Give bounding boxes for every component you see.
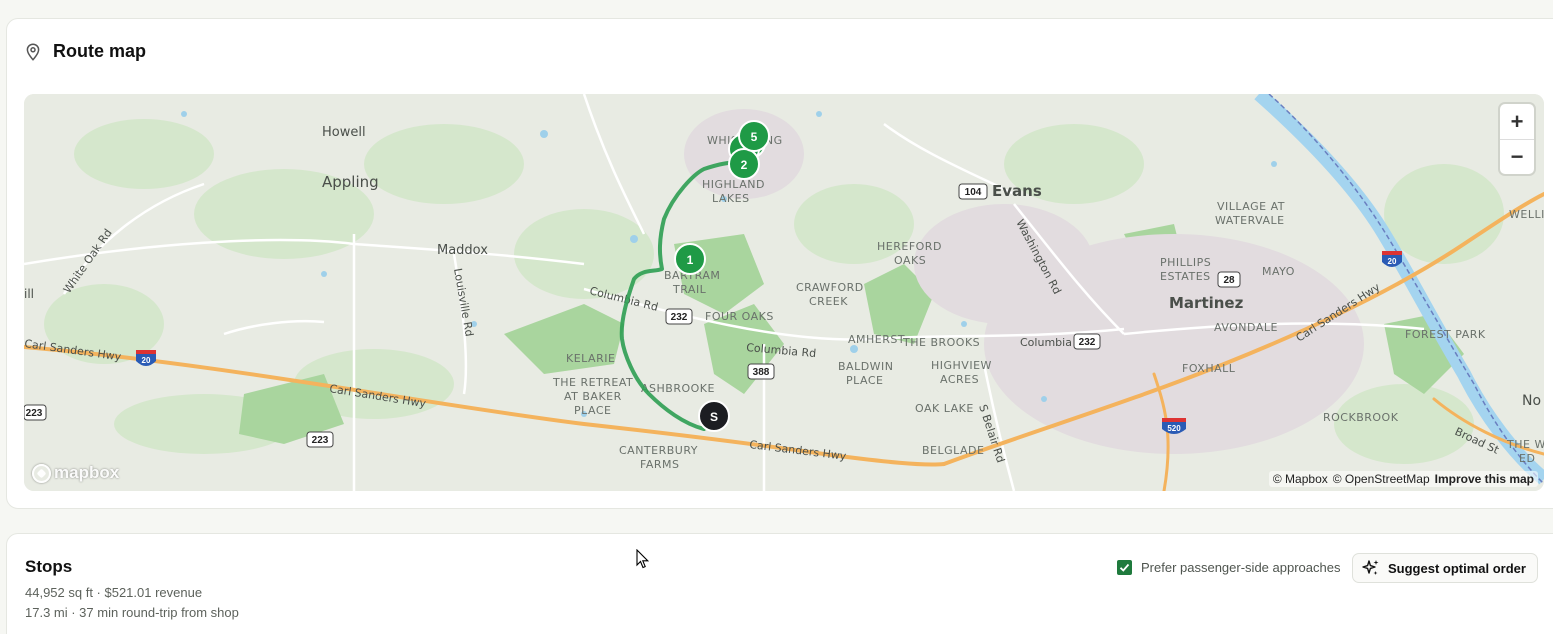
place-forest-park: FOREST PARK (1405, 328, 1486, 341)
prefer-passenger-side-checkbox[interactable] (1117, 560, 1132, 575)
mapbox-logo[interactable]: mapbox (32, 463, 119, 483)
place-ill: ill (24, 287, 34, 301)
attribution-mapbox-link[interactable]: © Mapbox (1273, 472, 1328, 486)
prefer-passenger-side-toggle[interactable]: Prefer passenger-side approaches (1117, 560, 1340, 575)
place-martinez: Martinez (1169, 294, 1244, 312)
shield-223b: 223 (306, 431, 334, 448)
shield-28: 28 (1217, 271, 1241, 288)
place-hereford: HEREFORD (877, 240, 942, 253)
place-crawford: CRAWFORD (796, 281, 864, 294)
place-mayo: MAYO (1262, 265, 1295, 278)
place-phillips: PHILLIPS (1160, 256, 1211, 269)
place-appling: Appling (322, 173, 379, 191)
place-ed: ED (1519, 452, 1535, 465)
svg-text:2: 2 (741, 158, 748, 172)
svg-text:5: 5 (751, 130, 758, 144)
place-belglade: BELGLADE (922, 444, 984, 457)
place-village-1: VILLAGE AT (1217, 200, 1285, 213)
stop-marker-2[interactable]: 2 (728, 148, 760, 180)
place-howell: Howell (322, 125, 366, 140)
place-the-brooks: THE BROOKS (902, 336, 980, 349)
mapbox-logo-icon (32, 463, 51, 483)
svg-text:388: 388 (753, 367, 770, 378)
place-rockbrook: ROCKBROOK (1323, 411, 1399, 424)
place-oak-lake: OAK LAKE (915, 402, 974, 415)
stops-card: Stops 44,952 sq ft · $521.01 revenue 17.… (6, 533, 1553, 634)
stops-distance: 17.3 mi · 37 min round-trip from shop (25, 605, 239, 620)
map-canvas[interactable]: Howell Appling Maddox ill White Oak Rd L… (24, 94, 1544, 491)
place-oaks: OAKS (894, 254, 926, 267)
place-retreat-2: AT BAKER (564, 390, 622, 403)
place-four-oaks: FOUR OAKS (705, 310, 774, 323)
place-baldwin-place: PLACE (846, 374, 883, 387)
shield-104: 104 (958, 183, 988, 200)
svg-text:20: 20 (142, 356, 151, 365)
stop-marker-5[interactable]: 5 (738, 120, 770, 152)
place-highview: HIGHVIEW (931, 359, 992, 372)
route-map-card: Route map Howell Appling Maddox ill Whit… (6, 18, 1553, 509)
place-the-w: THE W (1506, 438, 1544, 451)
shield-232b: 232 (1073, 333, 1101, 350)
shield-223a: 223 (24, 404, 47, 421)
mouse-cursor-icon (636, 549, 650, 569)
place-acres: ACRES (940, 373, 979, 386)
place-highland: HIGHLAND (702, 178, 765, 191)
map-attribution: © Mapbox © OpenStreetMap Improve this ma… (1268, 471, 1538, 487)
route-map[interactable]: Howell Appling Maddox ill White Oak Rd L… (24, 94, 1544, 491)
suggest-optimal-order-button[interactable]: Suggest optimal order (1352, 553, 1538, 583)
zoom-out-button[interactable]: − (1500, 139, 1534, 174)
stop-marker-1[interactable]: 1 (674, 243, 706, 275)
place-ashbrooke: ASHBROOKE (641, 382, 715, 395)
stops-summary: 44,952 sq ft · $521.01 revenue (25, 585, 203, 600)
prefer-passenger-side-label: Prefer passenger-side approaches (1141, 560, 1341, 575)
place-lakes: LAKES (712, 192, 750, 205)
svg-text:28: 28 (1223, 275, 1235, 286)
place-creek: CREEK (809, 295, 848, 308)
place-village-2: WATERVALE (1215, 214, 1285, 227)
checkmark-icon (1119, 563, 1130, 572)
place-evans: Evans (992, 182, 1042, 200)
svg-text:104: 104 (965, 187, 982, 198)
sparkles-icon (1362, 560, 1379, 575)
place-farms: FARMS (640, 458, 679, 471)
route-map-header: Route map (25, 41, 146, 62)
svg-text:223: 223 (312, 435, 329, 446)
place-estates: ESTATES (1160, 270, 1211, 283)
place-baldwin: BALDWIN (838, 360, 894, 373)
place-kelarie: KELARIE (566, 352, 615, 365)
place-retreat-1: THE RETREAT (552, 376, 633, 389)
place-maddox: Maddox (437, 243, 488, 258)
place-avondale: AVONDALE (1214, 321, 1278, 334)
stop-marker-start[interactable]: S (698, 400, 730, 432)
shield-388: 388 (747, 363, 775, 380)
attribution-osm-link[interactable]: © OpenStreetMap (1333, 472, 1430, 486)
map-pin-icon (26, 42, 40, 61)
place-canterbury: CANTERBURY (619, 444, 698, 457)
svg-text:520: 520 (1167, 424, 1181, 433)
mapbox-logo-text: mapbox (54, 463, 120, 482)
zoom-controls: + − (1500, 104, 1534, 174)
place-retreat-3: PLACE (574, 404, 611, 417)
zoom-in-button[interactable]: + (1500, 104, 1534, 139)
improve-map-link[interactable]: Improve this map (1435, 472, 1534, 486)
suggest-optimal-order-label: Suggest optimal order (1388, 560, 1526, 576)
svg-text:S: S (710, 410, 718, 424)
place-foxhall: FOXHALL (1182, 362, 1236, 375)
svg-text:232: 232 (671, 312, 688, 323)
svg-text:223: 223 (26, 408, 43, 419)
place-welli: WELLI (1509, 208, 1544, 221)
shield-232a: 232 (665, 308, 693, 325)
place-amherst: AMHERST (848, 333, 905, 346)
place-no: No (1522, 393, 1541, 409)
route-map-title: Route map (53, 41, 147, 61)
svg-text:1: 1 (687, 253, 694, 267)
svg-text:20: 20 (1388, 257, 1397, 266)
place-trail: TRAIL (672, 283, 707, 296)
stops-title: Stops (25, 557, 73, 576)
svg-text:232: 232 (1079, 337, 1096, 348)
